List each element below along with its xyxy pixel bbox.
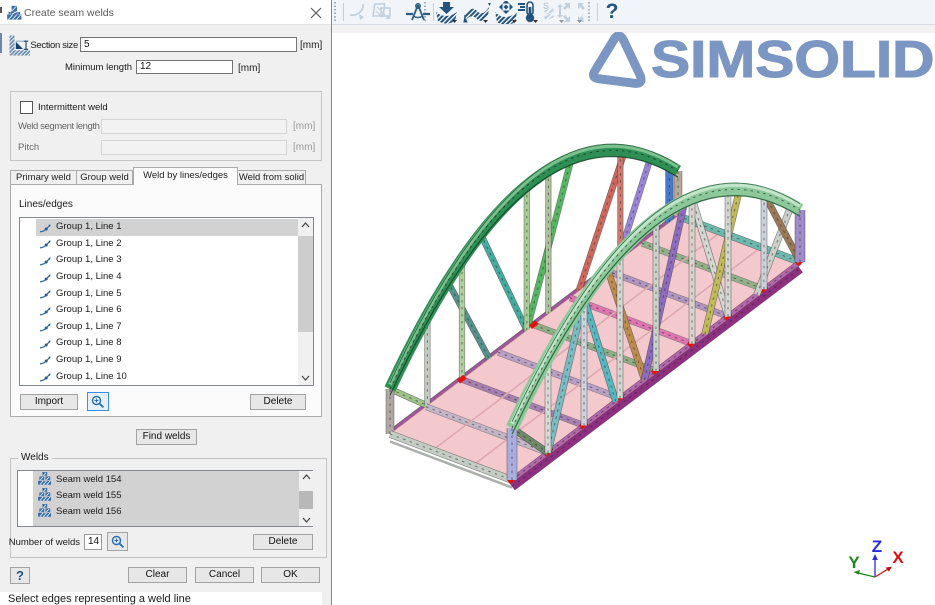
svg-text:X: X	[892, 548, 904, 567]
svg-text:Y: Y	[848, 553, 860, 572]
svg-text:Z: Z	[872, 537, 882, 556]
